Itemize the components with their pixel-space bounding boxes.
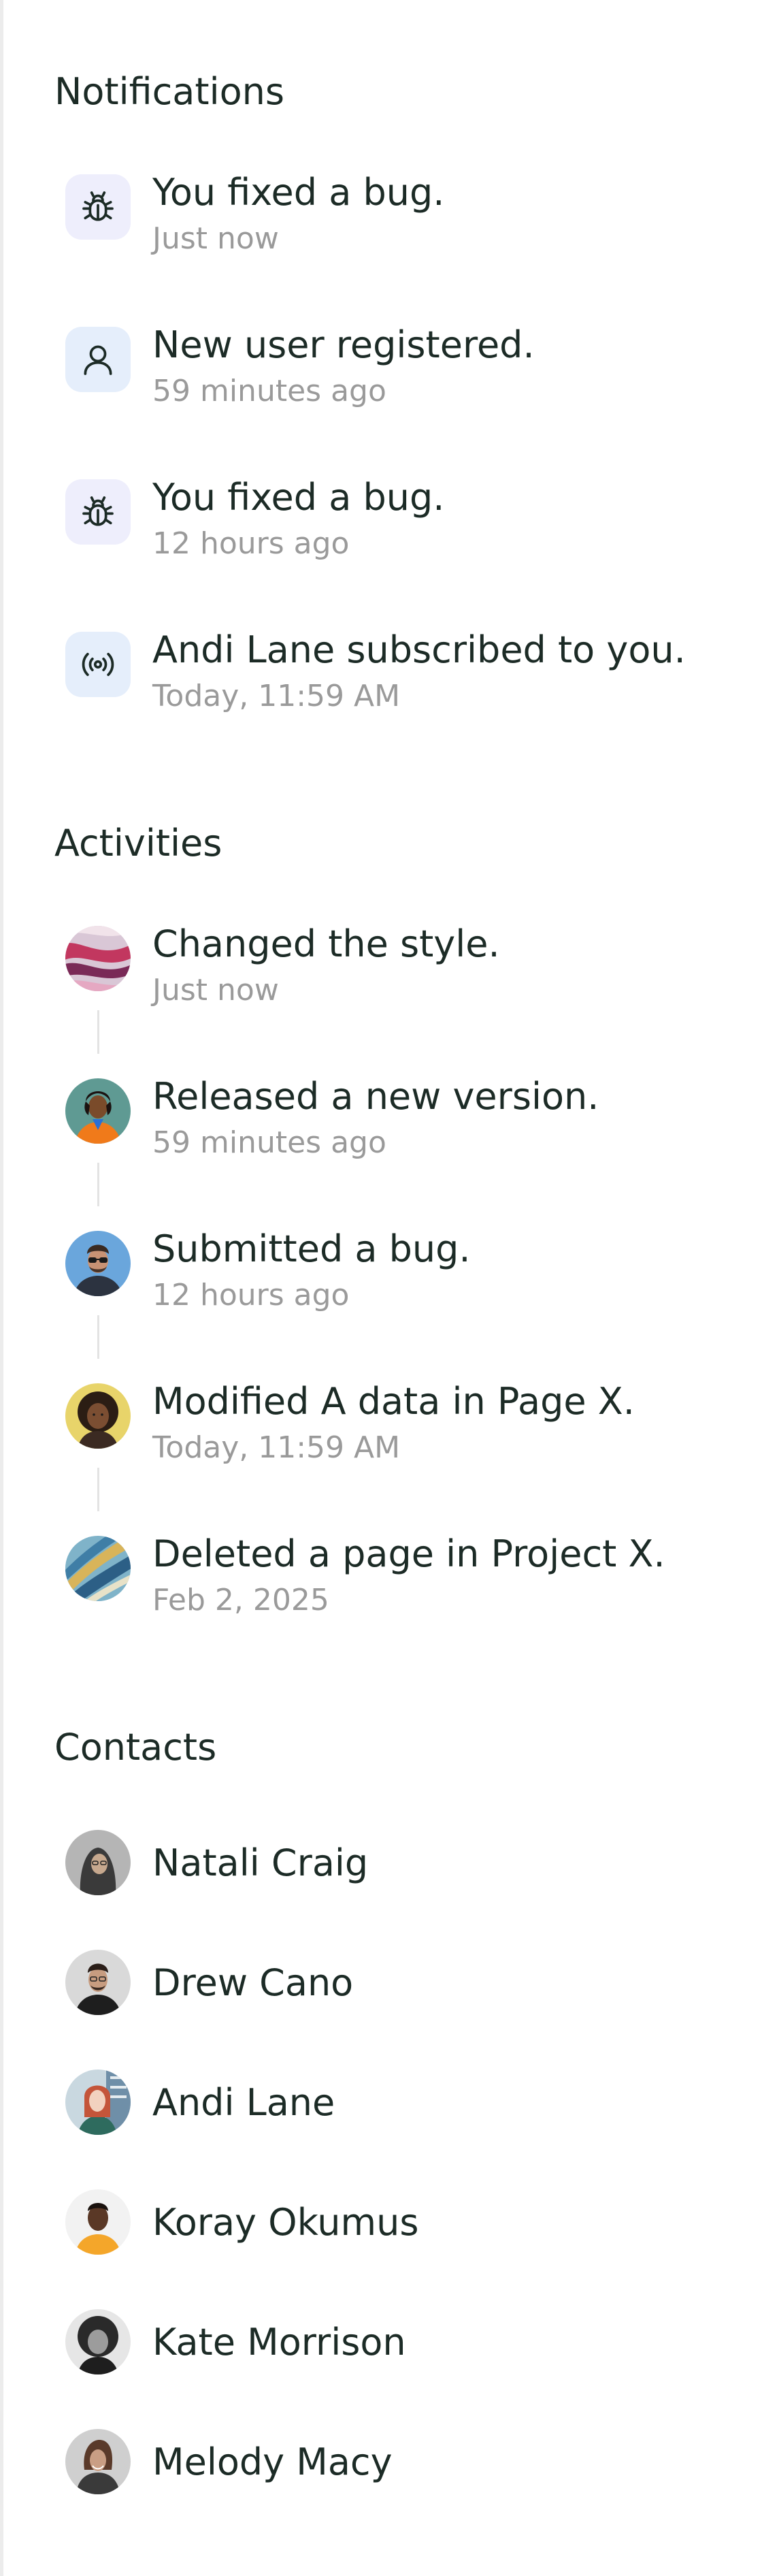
activity-item[interactable]: Changed the style. Just now [65, 926, 746, 1008]
user-avatar [65, 1950, 131, 2015]
notification-text: New user registered. [152, 323, 535, 366]
contact-item[interactable]: Koray Okumus [65, 2189, 678, 2255]
user-icon [65, 327, 131, 392]
contacts-title: Contacts [54, 1726, 217, 1769]
contact-item[interactable]: Drew Cano [65, 1950, 678, 2015]
activity-time: Feb 2, 2025 [152, 1583, 329, 1617]
contact-name: Kate Morrison [152, 2321, 406, 2364]
contact-item[interactable]: Natali Craig [65, 1830, 678, 1895]
activity-time: Today, 11:59 AM [152, 1430, 401, 1465]
right-sidebar-panel: Notifications You fixed a bug. Just now [0, 0, 762, 2576]
timeline-connector [97, 1010, 99, 1054]
notification-item[interactable]: New user registered. 59 minutes ago [65, 327, 746, 408]
contact-name: Andi Lane [152, 2081, 335, 2124]
user-avatar [65, 1830, 131, 1895]
notification-item[interactable]: You fixed a bug. Just now [65, 174, 746, 256]
bug-icon [65, 174, 131, 240]
user-avatar [65, 2070, 131, 2135]
timeline-connector [97, 1163, 99, 1206]
user-avatar [65, 1231, 131, 1296]
abstract-art-avatar [65, 1536, 131, 1601]
notification-time: 59 minutes ago [152, 374, 386, 408]
timeline-connector [97, 1468, 99, 1511]
broadcast-icon [65, 632, 131, 697]
user-avatar [65, 2189, 131, 2255]
notification-time: Today, 11:59 AM [152, 679, 401, 713]
user-avatar [65, 2309, 131, 2374]
timeline-connector [97, 1315, 99, 1359]
activity-item[interactable]: Submitted a bug. 12 hours ago [65, 1231, 746, 1313]
activity-item[interactable]: Released a new version. 59 minutes ago [65, 1078, 746, 1160]
activity-item[interactable]: Deleted a page in Project X. Feb 2, 2025 [65, 1536, 746, 1617]
abstract-art-avatar [65, 926, 131, 991]
activity-time: 12 hours ago [152, 1278, 350, 1313]
activity-text: Changed the style. [152, 922, 500, 965]
user-avatar [65, 1078, 131, 1144]
notifications-title: Notifications [54, 70, 284, 113]
activity-item[interactable]: Modified A data in Page X. Today, 11:59 … [65, 1383, 746, 1465]
notification-text: Andi Lane subscribed to you. [152, 628, 686, 671]
contact-name: Natali Craig [152, 1841, 369, 1884]
activities-title: Activities [54, 822, 222, 865]
bug-icon [65, 479, 131, 545]
activity-time: Just now [152, 973, 279, 1008]
activity-text: Modified A data in Page X. [152, 1380, 635, 1423]
contact-item[interactable]: Kate Morrison [65, 2309, 678, 2374]
activity-time: 59 minutes ago [152, 1125, 386, 1160]
contact-item[interactable]: Melody Macy [65, 2429, 678, 2494]
contact-name: Drew Cano [152, 1961, 354, 2004]
notification-time: Just now [152, 221, 279, 256]
user-avatar [65, 1383, 131, 1449]
activity-text: Deleted a page in Project X. [152, 1532, 665, 1575]
contact-name: Melody Macy [152, 2441, 393, 2483]
activity-text: Released a new version. [152, 1075, 599, 1118]
user-avatar [65, 2429, 131, 2494]
notification-item[interactable]: Andi Lane subscribed to you. Today, 11:5… [65, 632, 746, 713]
notification-text: You fixed a bug. [152, 171, 445, 214]
notification-time: 12 hours ago [152, 526, 350, 561]
contact-item[interactable]: Andi Lane [65, 2070, 678, 2135]
contact-name: Koray Okumus [152, 2201, 419, 2244]
notification-item[interactable]: You fixed a bug. 12 hours ago [65, 479, 746, 561]
notification-text: You fixed a bug. [152, 476, 445, 519]
activity-text: Submitted a bug. [152, 1227, 471, 1270]
